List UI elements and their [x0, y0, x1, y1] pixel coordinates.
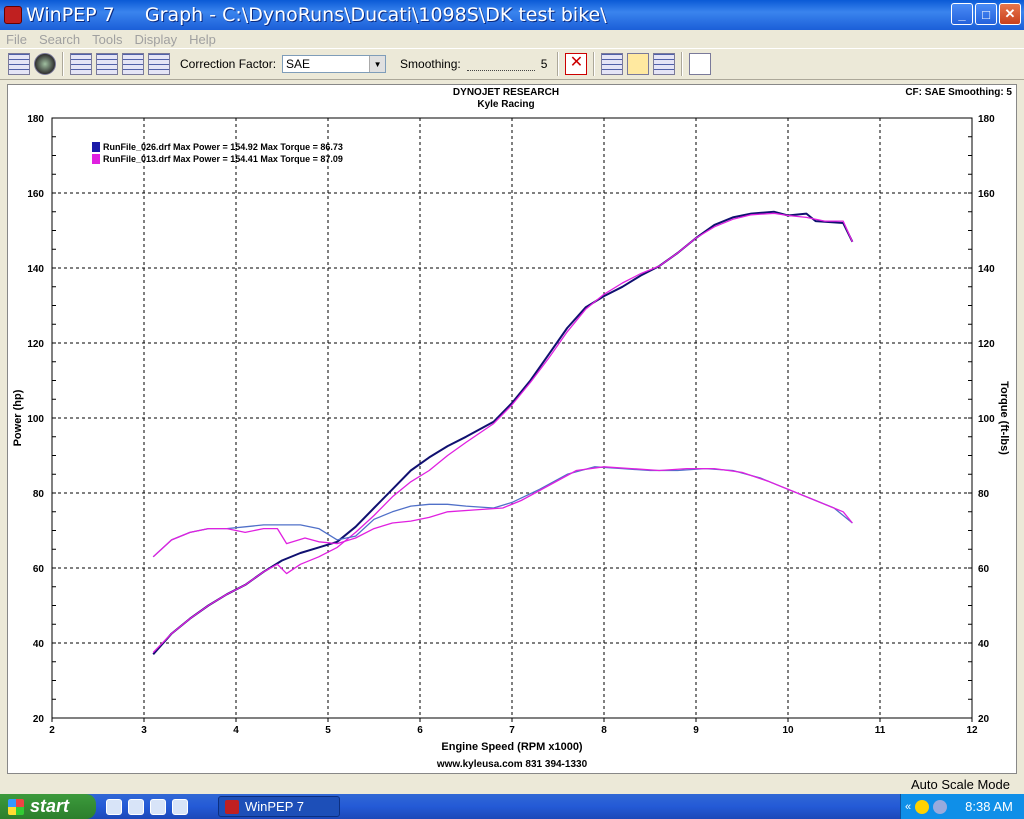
chart-title: DYNOJET RESEARCH [453, 87, 559, 98]
y-tick-label-right: 80 [978, 489, 990, 500]
table-view-icon[interactable] [8, 53, 30, 75]
legend-entry-runfile-013: RunFile_013.drf Max Power = 154.41 Max T… [103, 154, 343, 164]
x-tick-label: 9 [693, 725, 699, 736]
x-tick-label: 7 [509, 725, 515, 736]
menu-search[interactable]: Search [33, 32, 86, 47]
y-axis-label-right: Torque (ft-lbs) [998, 381, 1010, 455]
cf-smoothing-info: CF: SAE Smoothing: 5 [905, 87, 1012, 98]
toolbar-separator [62, 52, 64, 76]
graph-torque-icon[interactable] [96, 53, 118, 75]
minimize-button[interactable]: _ [951, 3, 973, 25]
y-tick-label-left: 160 [27, 189, 44, 200]
window-controls: _ □ ✕ [951, 3, 1021, 25]
chevron-down-icon[interactable]: ▼ [369, 56, 386, 72]
correction-factor-value: SAE [286, 57, 311, 71]
y-tick-label-right: 20 [978, 714, 990, 725]
zoom-in-icon[interactable] [601, 53, 624, 75]
y-tick-label-right: 140 [978, 264, 995, 275]
y-tick-label-left: 120 [27, 339, 44, 350]
y-tick-label-right: 120 [978, 339, 995, 350]
smoothing-slider[interactable] [466, 57, 535, 71]
x-tick-label: 6 [417, 725, 423, 736]
legend-entry-runfile-026: RunFile_026.drf Max Power = 154.92 Max T… [103, 142, 343, 152]
menu-help[interactable]: Help [183, 32, 222, 47]
move-arrows-icon[interactable] [689, 53, 712, 75]
x-tick-label: 8 [601, 725, 607, 736]
toolbar-separator [593, 52, 596, 76]
y-tick-label-left: 20 [33, 714, 45, 725]
smoothing-value: 5 [540, 57, 548, 71]
y-tick-label-left: 60 [33, 564, 45, 575]
menu-tools[interactable]: Tools [86, 32, 128, 47]
y-tick-label-left: 100 [27, 414, 44, 425]
security-tray-icon[interactable] [915, 799, 930, 814]
legend-swatch-runfile-013 [92, 154, 100, 164]
graph-power-icon[interactable] [70, 53, 92, 75]
y-tick-label-left: 80 [33, 489, 45, 500]
quick-launch [106, 798, 188, 815]
x-tick-label: 12 [966, 725, 978, 736]
y-tick-label-right: 180 [978, 114, 995, 125]
outlook-express-icon[interactable] [150, 798, 166, 815]
y-tick-label-left: 180 [27, 114, 44, 125]
toolbar-separator [681, 52, 684, 76]
menu-bar: File Search Tools Display Help [0, 30, 1024, 48]
x-tick-label: 5 [325, 725, 331, 736]
y-tick-label-right: 160 [978, 189, 995, 200]
toolbar: Correction Factor: SAE ▼ Smoothing: 5 ✕ [0, 48, 1024, 80]
x-tick-label: 4 [233, 725, 239, 736]
y-tick-label-right: 100 [978, 414, 995, 425]
media-player-icon[interactable] [172, 798, 188, 815]
footer-contact: www.kyleusa.com 831 394-1330 [436, 759, 588, 770]
close-button[interactable]: ✕ [999, 3, 1021, 25]
dyno-chart[interactable]: DYNOJET RESEARCH Kyle Racing CF: SAE Smo… [8, 85, 1018, 775]
smoothing-label: Smoothing: [400, 57, 461, 71]
menu-file[interactable]: File [0, 32, 33, 47]
x-axis-label: Engine Speed (RPM x1000) [441, 741, 583, 753]
start-button[interactable]: start [0, 794, 96, 819]
correction-factor-select[interactable]: SAE ▼ [282, 55, 387, 73]
network-tray-icon[interactable] [933, 799, 948, 814]
taskbar-winpep-label: WinPEP 7 [245, 799, 305, 814]
status-bar: Auto Scale Mode [0, 776, 1024, 794]
clear-graph-icon[interactable]: ✕ [565, 53, 588, 75]
gauge-icon[interactable] [34, 53, 56, 75]
graph-panel: DYNOJET RESEARCH Kyle Racing CF: SAE Smo… [7, 84, 1017, 774]
internet-explorer-icon[interactable] [128, 798, 144, 815]
y-axis-label-left: Power (hp) [12, 389, 24, 446]
x-tick-label: 11 [875, 725, 886, 736]
toolbar-separator [557, 52, 560, 76]
x-tick-label: 2 [49, 725, 55, 736]
winpep-app-icon[interactable] [4, 6, 22, 24]
y-tick-label-right: 40 [978, 639, 990, 650]
hand-pan-icon[interactable] [627, 53, 650, 75]
x-tick-label: 3 [141, 725, 147, 736]
system-tray: « 8:38 AM [900, 794, 1024, 819]
show-desktop-icon[interactable] [106, 798, 122, 815]
tray-expand-icon[interactable]: « [905, 801, 911, 813]
y-tick-label-left: 40 [33, 639, 45, 650]
window-title: WinPEP 7 Graph - C:\DynoRuns\Ducati\1098… [26, 4, 607, 26]
taskbar: start WinPEP 7 « 8:38 AM [0, 794, 1024, 819]
graph-compare-icon[interactable] [148, 53, 170, 75]
legend-swatch-runfile-026 [92, 142, 100, 152]
title-bar: WinPEP 7 Graph - C:\DynoRuns\Ducati\1098… [0, 0, 1024, 30]
taskbar-winpep-button[interactable]: WinPEP 7 [218, 796, 340, 817]
chart-subtitle: Kyle Racing [477, 99, 534, 110]
x-tick-label: 10 [782, 725, 794, 736]
graph-overlay-icon[interactable] [122, 53, 144, 75]
correction-factor-label: Correction Factor: [180, 57, 277, 71]
windows-flag-icon [8, 798, 24, 815]
winpep-task-icon [225, 799, 239, 814]
clock: 8:38 AM [965, 799, 1013, 814]
menu-display[interactable]: Display [129, 32, 184, 47]
cursor-icon[interactable] [653, 53, 676, 75]
maximize-button[interactable]: □ [975, 3, 997, 25]
start-label: start [30, 796, 70, 816]
y-tick-label-right: 60 [978, 564, 990, 575]
auto-scale-mode-status: Auto Scale Mode [910, 777, 1010, 792]
y-tick-label-left: 140 [27, 264, 44, 275]
